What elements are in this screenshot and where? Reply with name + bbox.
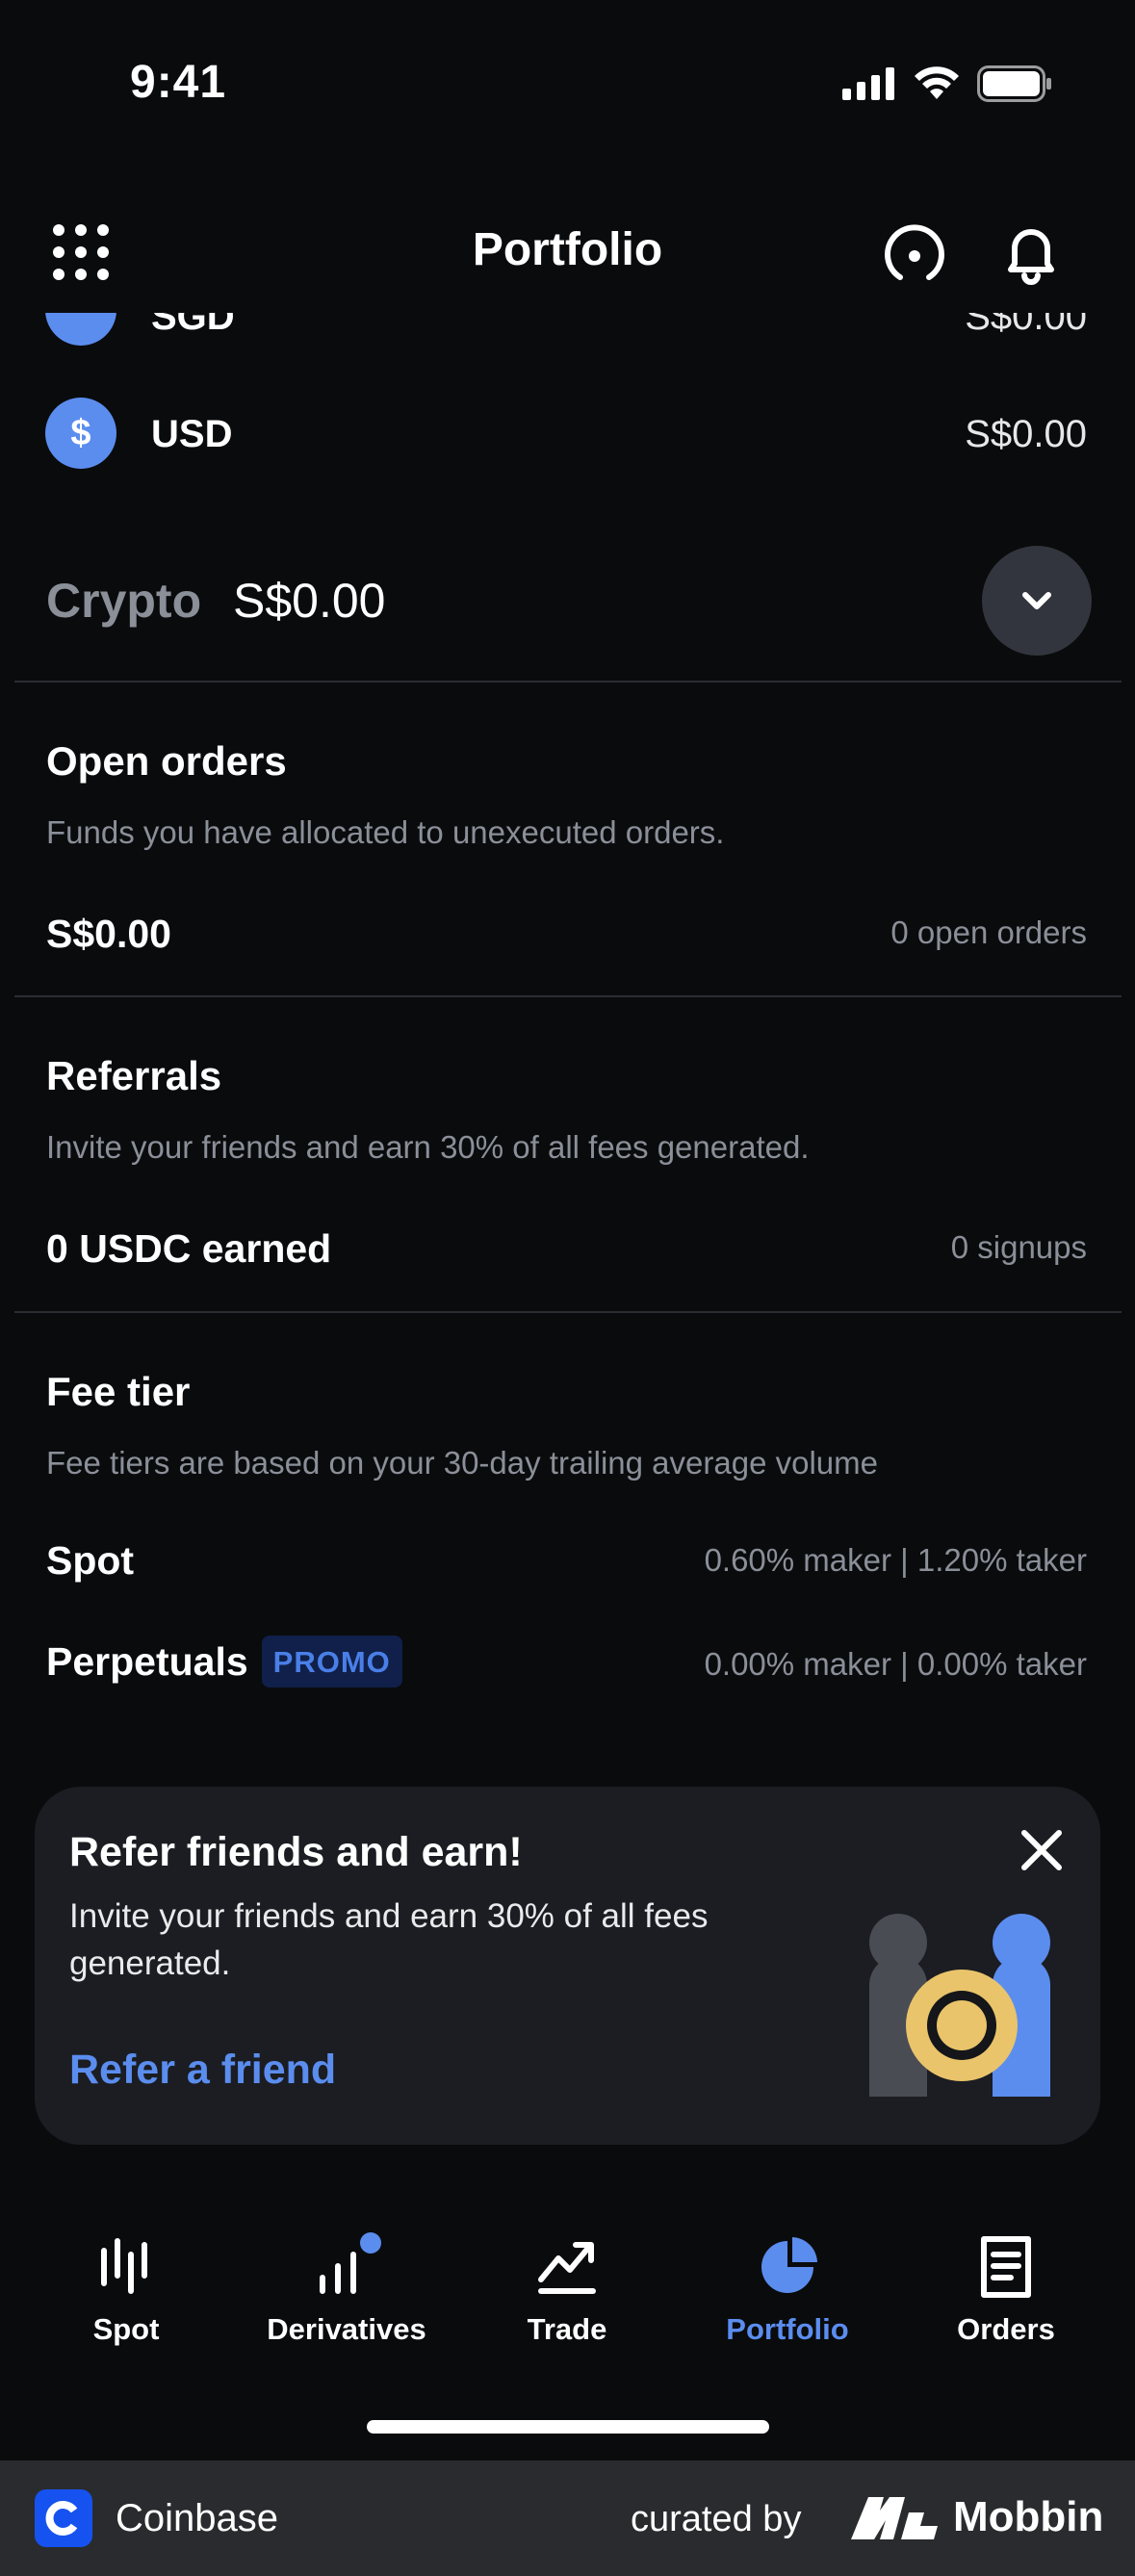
section-title: Fee tier <box>46 1369 191 1414</box>
trade-icon <box>538 2242 596 2294</box>
section-description: Fee tiers are based on your 30-day trail… <box>46 1445 878 1481</box>
fiat-label: SGD <box>151 313 235 338</box>
section-title: Open orders <box>46 738 287 784</box>
coinbase-logo-icon <box>35 2489 92 2547</box>
tab-orders[interactable]: Orders <box>895 2214 1117 2358</box>
curated-by-label: curated by <box>631 2499 802 2539</box>
tab-trade[interactable]: Trade <box>456 2214 678 2358</box>
tab-portfolio[interactable]: Portfolio <box>677 2214 898 2358</box>
close-card-button[interactable] <box>1013 1821 1071 1879</box>
card-text: Invite your friends and earn 30% of all … <box>69 1897 709 1982</box>
refer-friends-card: Refer friends and earn! Invite your frie… <box>35 1787 1100 2145</box>
spot-icon <box>101 2238 147 2294</box>
open-orders-count: 0 open orders <box>890 914 1087 950</box>
promo-badge: PROMO <box>261 1636 402 1687</box>
referrals-signups: 0 signups <box>950 1229 1087 1265</box>
card-title: Refer friends and earn! <box>69 1829 523 1875</box>
cellular-signal-icon <box>842 67 894 100</box>
fiat-row-partial[interactable]: SGD S$0.00 <box>0 313 1135 351</box>
fee-perps-row: Perpetuals PROMO <box>46 1636 402 1690</box>
status-bar: 9:41 <box>0 0 1135 164</box>
open-orders-amount: S$0.00 <box>46 912 171 956</box>
portfolio-icon <box>761 2237 817 2293</box>
tab-label: Portfolio <box>726 2312 849 2346</box>
notifications-button[interactable] <box>997 219 1065 287</box>
wifi-icon <box>915 66 959 99</box>
section-description: Funds you have allocated to unexecuted o… <box>46 814 725 850</box>
referrals-earned: 0 USDC earned <box>46 1226 332 1271</box>
open-orders-section[interactable]: Open orders Funds you have allocated to … <box>0 681 1135 995</box>
crypto-value: S$0.00 <box>233 574 386 628</box>
tab-label: Derivatives <box>267 2312 426 2346</box>
status-time: 9:41 <box>130 57 227 108</box>
fee-perps-value: 0.00% maker | 0.00% taker <box>704 1646 1087 1682</box>
home-indicator <box>367 2420 769 2434</box>
mobbin-logo-icon <box>851 2497 938 2539</box>
expand-crypto-button[interactable] <box>982 546 1092 656</box>
coin-avatar <box>45 313 116 346</box>
fee-tier-section: Fee tier Fee tiers are based on your 30-… <box>0 1311 1135 1715</box>
gauge-icon <box>885 224 944 280</box>
fiat-label: USD <box>151 413 233 455</box>
status-icons <box>842 65 1052 102</box>
referral-illustration <box>869 1914 1050 2097</box>
battery-icon <box>977 65 1051 102</box>
chevron-down-icon <box>1022 592 1051 609</box>
refer-a-friend-link[interactable]: Refer a friend <box>69 2047 336 2094</box>
app-name: Coinbase <box>116 2497 279 2539</box>
section-title: Referrals <box>46 1053 222 1098</box>
usd-coin-icon: $ <box>45 398 116 469</box>
crypto-summary: Crypto S$0.00 <box>0 546 1135 656</box>
derivatives-icon <box>320 2232 381 2294</box>
top-header: Portfolio <box>0 193 1135 313</box>
close-icon <box>1021 1830 1062 1870</box>
fiat-value: S$0.00 <box>965 413 1087 455</box>
activity-button[interactable] <box>881 219 948 287</box>
crypto-label: Crypto <box>46 574 202 628</box>
footer-watermark: Coinbase curated by Mobbin <box>0 2460 1135 2576</box>
fiat-row-usd[interactable]: $ USD S$0.00 <box>0 398 1135 469</box>
bell-icon <box>1008 229 1054 285</box>
referrals-section[interactable]: Referrals Invite your friends and earn 3… <box>0 995 1135 1311</box>
page-title: Portfolio <box>472 224 663 275</box>
section-description: Invite your friends and earn 30% of all … <box>46 1129 810 1165</box>
orders-icon <box>981 2236 1031 2298</box>
fee-spot-label: Spot <box>46 1538 135 1583</box>
bottom-tab-bar: Spot Derivatives Trade Portfolio Orders <box>0 2214 1135 2358</box>
fiat-value: S$0.00 <box>965 313 1087 338</box>
tab-label: Orders <box>957 2312 1055 2346</box>
tab-derivatives[interactable]: Derivatives <box>236 2214 457 2358</box>
fee-spot-value: 0.60% maker | 1.20% taker <box>704 1542 1087 1578</box>
tab-label: Trade <box>527 2312 607 2346</box>
fee-perps-label: Perpetuals <box>46 1638 248 1684</box>
brand-name: Mobbin <box>953 2493 1104 2540</box>
tab-label: Spot <box>92 2312 160 2346</box>
tab-spot[interactable]: Spot <box>15 2214 237 2358</box>
